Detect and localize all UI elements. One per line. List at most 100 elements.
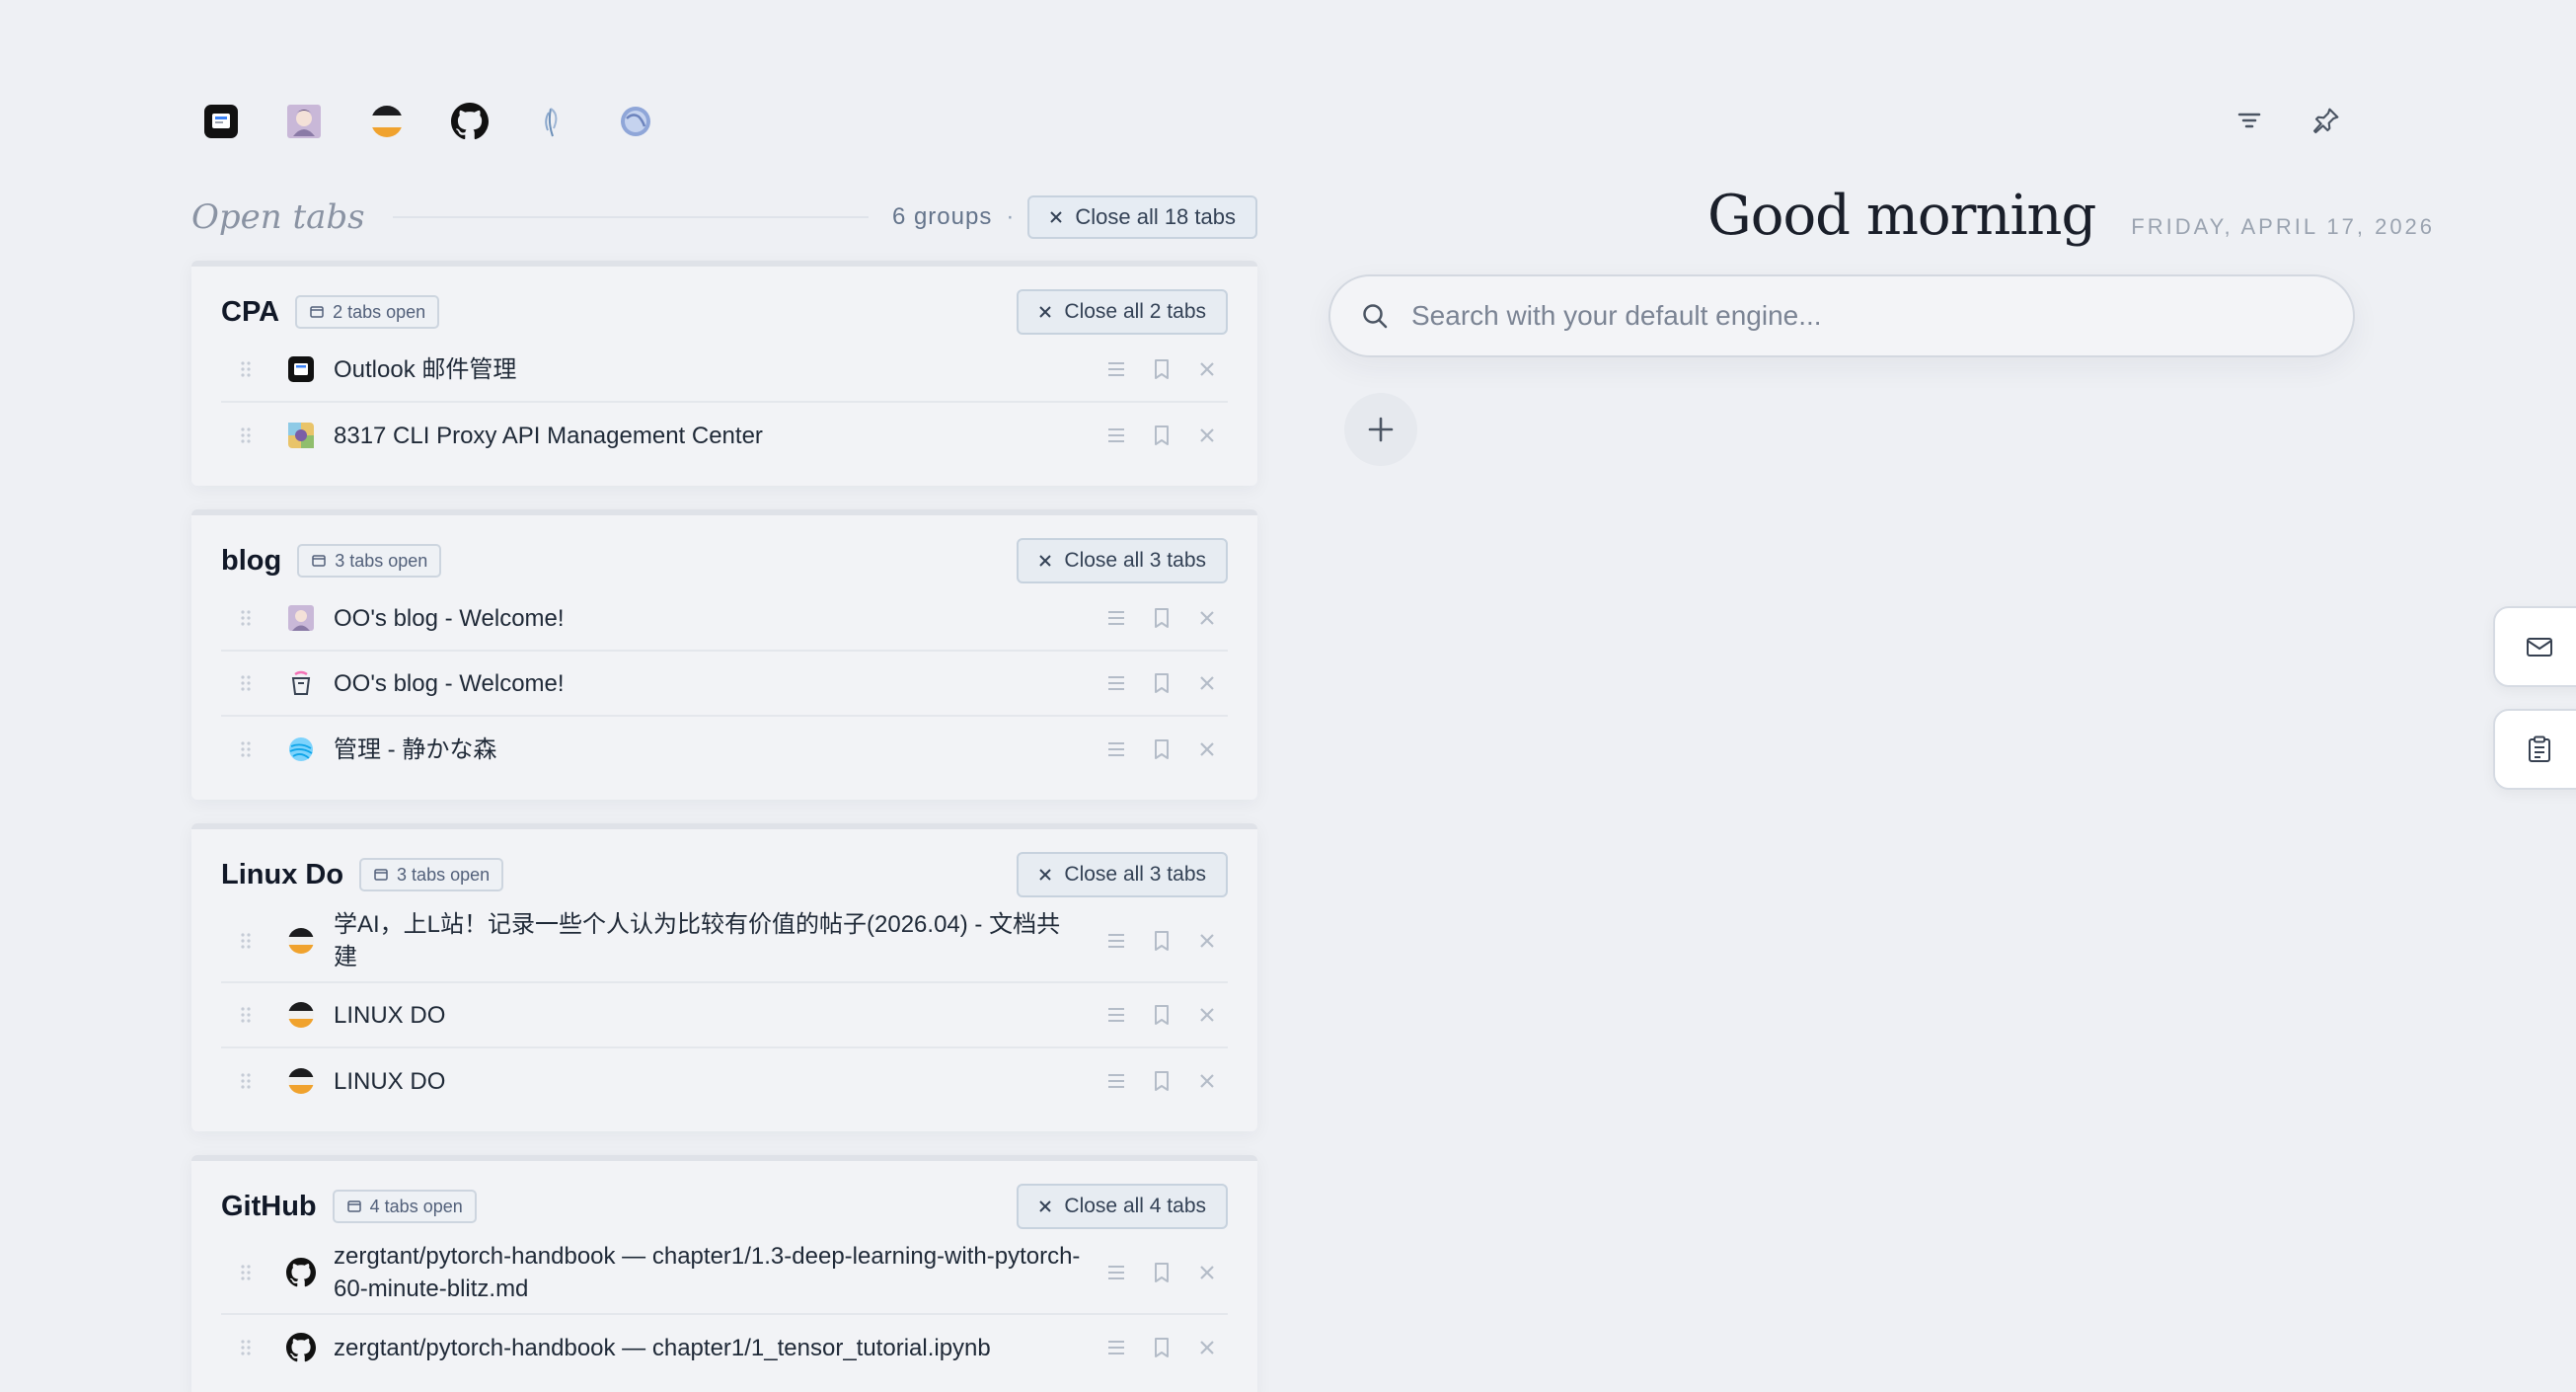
bookmark-icon[interactable]	[1149, 605, 1174, 631]
list-icon[interactable]	[1103, 605, 1129, 631]
list-icon[interactable]	[1103, 1335, 1129, 1360]
close-icon	[1039, 555, 1052, 567]
mail-icon	[2527, 638, 2552, 657]
tab-row[interactable]: 8317 CLI Proxy API Management Center	[221, 403, 1228, 468]
side-notes-button[interactable]	[2493, 709, 2576, 790]
bookmark-icon[interactable]	[1149, 736, 1174, 762]
list-icon[interactable]	[1103, 670, 1129, 696]
close-tab-icon[interactable]	[1194, 928, 1220, 954]
add-shortcut-button[interactable]	[1344, 393, 1417, 466]
quick-link-github[interactable]	[451, 103, 489, 140]
drag-handle-icon[interactable]	[221, 359, 270, 379]
open-tabs-panel: Open tabs 6 groups · Close all 18 tabs C…	[191, 188, 1257, 1392]
tab-row[interactable]: zergtant/pytorch-handbook — chapter1/1.3…	[221, 1232, 1228, 1315]
close-tab-icon[interactable]	[1194, 423, 1220, 448]
tab-row[interactable]: OO's blog - Welcome!	[221, 652, 1228, 717]
tab-actions	[1103, 605, 1220, 631]
quick-link-outlook[interactable]	[202, 103, 240, 140]
quick-link-linuxdo[interactable]	[368, 103, 406, 140]
tab-group-linux-do: Linux Do 3 tabs open Close all 3 tabs 学A…	[191, 823, 1257, 1131]
quick-link-blog[interactable]	[285, 103, 323, 140]
close-tab-icon[interactable]	[1194, 1068, 1220, 1094]
list-icon[interactable]	[1103, 1002, 1129, 1028]
drag-handle-icon[interactable]	[221, 1263, 270, 1282]
bookmark-icon[interactable]	[1149, 1335, 1174, 1360]
tab-title[interactable]: LINUX DO	[334, 999, 1103, 1032]
outlook-icon	[286, 354, 316, 384]
search-bar[interactable]	[1328, 274, 2355, 357]
close-icon	[1039, 869, 1052, 881]
close-tab-icon[interactable]	[1194, 736, 1220, 762]
bookmark-icon[interactable]	[1149, 1068, 1174, 1094]
drag-handle-icon[interactable]	[221, 931, 270, 951]
list-icon[interactable]	[1103, 1260, 1129, 1285]
close-tab-icon[interactable]	[1194, 1260, 1220, 1285]
filter-button[interactable]	[2232, 103, 2267, 138]
drag-handle-icon[interactable]	[221, 1005, 270, 1025]
tab-title[interactable]: LINUX DO	[334, 1065, 1103, 1098]
list-icon[interactable]	[1103, 736, 1129, 762]
side-mail-button[interactable]	[2493, 606, 2576, 687]
date-label: FRIDAY, APRIL 17, 2026	[2131, 214, 2436, 239]
close-group-label: Close all 2 tabs	[1064, 300, 1206, 323]
tab-actions	[1103, 928, 1220, 954]
greeting-row: Good morning FRIDAY, APRIL 17, 2026	[1707, 184, 2435, 248]
close-group-button[interactable]: Close all 3 tabs	[1017, 852, 1228, 897]
tab-title[interactable]: OO's blog - Welcome!	[334, 667, 1103, 700]
group-name: Linux Do	[221, 858, 344, 890]
close-all-tabs-button[interactable]: Close all 18 tabs	[1027, 195, 1257, 239]
pin-button[interactable]	[2309, 103, 2344, 138]
bookmark-icon[interactable]	[1149, 356, 1174, 382]
bookmark-icon[interactable]	[1149, 928, 1174, 954]
bookmark-icon[interactable]	[1149, 1260, 1174, 1285]
tab-icon	[346, 1200, 361, 1212]
search-input[interactable]	[1411, 300, 2323, 332]
drag-handle-icon[interactable]	[221, 425, 270, 445]
drag-handle-icon[interactable]	[221, 608, 270, 628]
list-icon[interactable]	[1103, 928, 1129, 954]
tab-row[interactable]: LINUX DO	[221, 983, 1228, 1048]
close-group-button[interactable]: Close all 3 tabs	[1017, 538, 1228, 583]
quick-link-globe[interactable]	[617, 103, 654, 140]
tab-row[interactable]: zergtant/pytorch-handbook — chapter1/1_t…	[221, 1315, 1228, 1380]
tab-row[interactable]: LINUX DO	[221, 1048, 1228, 1114]
tab-title[interactable]: OO's blog - Welcome!	[334, 602, 1103, 635]
drag-handle-icon[interactable]	[221, 739, 270, 759]
tab-row[interactable]: Outlook 邮件管理	[221, 338, 1228, 403]
quick-link-feather[interactable]	[534, 103, 571, 140]
tabs-open-badge: 3 tabs open	[297, 544, 442, 578]
tab-title[interactable]: Outlook 邮件管理	[334, 353, 1103, 386]
anime-avatar-icon	[286, 603, 316, 633]
close-group-label: Close all 4 tabs	[1064, 1195, 1206, 1217]
bookmark-icon[interactable]	[1149, 423, 1174, 448]
close-group-button[interactable]: Close all 2 tabs	[1017, 289, 1228, 335]
group-header: Linux Do 3 tabs open Close all 3 tabs	[221, 849, 1228, 900]
tab-row[interactable]: 管理 - 静かな森	[221, 717, 1228, 782]
close-tab-icon[interactable]	[1194, 670, 1220, 696]
tab-row[interactable]: OO's blog - Welcome!	[221, 586, 1228, 652]
tab-title[interactable]: 8317 CLI Proxy API Management Center	[334, 420, 1103, 452]
tab-actions	[1103, 1260, 1220, 1285]
close-tab-icon[interactable]	[1194, 356, 1220, 382]
tab-title[interactable]: zergtant/pytorch-handbook — chapter1/1.3…	[334, 1240, 1103, 1305]
close-tab-icon[interactable]	[1194, 1002, 1220, 1028]
close-tab-icon[interactable]	[1194, 1335, 1220, 1360]
yarn-ball-icon	[286, 735, 316, 764]
anime-avatar-icon	[287, 105, 321, 138]
drag-handle-icon[interactable]	[221, 673, 270, 693]
list-icon[interactable]	[1103, 1068, 1129, 1094]
drag-handle-icon[interactable]	[221, 1071, 270, 1091]
tab-title[interactable]: zergtant/pytorch-handbook — chapter1/1_t…	[334, 1332, 1103, 1364]
tab-icon	[374, 869, 388, 881]
list-icon[interactable]	[1103, 356, 1129, 382]
close-tab-icon[interactable]	[1194, 605, 1220, 631]
drag-handle-icon[interactable]	[221, 1338, 270, 1357]
close-group-button[interactable]: Close all 4 tabs	[1017, 1184, 1228, 1229]
list-icon[interactable]	[1103, 423, 1129, 448]
tab-row[interactable]: 学AI，上L站！记录一些个人认为比较有价值的帖子(2026.04) - 文档共建	[221, 900, 1228, 983]
bookmark-icon[interactable]	[1149, 1002, 1174, 1028]
tab-actions	[1103, 1002, 1220, 1028]
tab-title[interactable]: 管理 - 静かな森	[334, 734, 1103, 766]
tab-title[interactable]: 学AI，上L站！记录一些个人认为比较有价值的帖子(2026.04) - 文档共建	[334, 908, 1103, 973]
bookmark-icon[interactable]	[1149, 670, 1174, 696]
